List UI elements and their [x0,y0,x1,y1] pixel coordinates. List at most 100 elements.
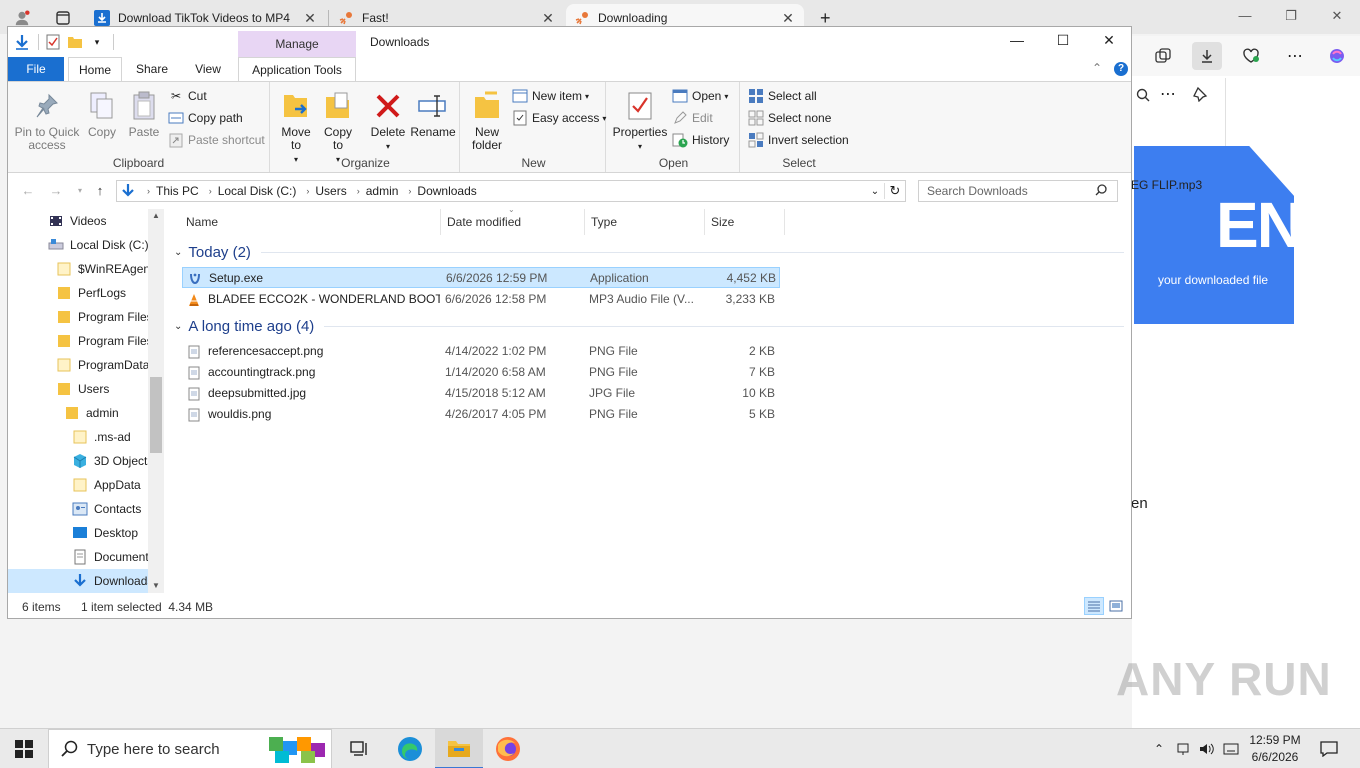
tab-share[interactable]: Share [126,57,178,81]
select-none-button[interactable]: Select none [748,108,831,128]
nav-item-local-disk[interactable]: Local Disk (C:) [8,233,164,257]
nav-item-documents[interactable]: Documents [8,545,164,569]
recent-locations-dropdown[interactable]: ▾ [70,181,90,201]
taskbar-clock[interactable]: 12:59 PM 6/6/2026 [1240,732,1310,766]
address-bar[interactable]: › This PC › Local Disk (C:) › Users › ad… [116,180,906,202]
new-item-button[interactable]: New item ▾ [512,86,589,106]
new-folder-qat-button[interactable] [65,32,85,52]
easy-access-button[interactable]: Easy access ▾ [512,108,606,128]
select-all-button[interactable]: Select all [748,86,817,106]
collections-button[interactable] [1148,42,1178,70]
taskbar-file-explorer-button[interactable] [435,729,483,768]
browser-minimize-button[interactable]: — [1234,8,1256,26]
nav-item-perflogs[interactable]: PerfLogs [8,281,164,305]
copilot-button[interactable] [1322,42,1352,70]
download-item-name[interactable]: EG FLIP.mp3 [1131,178,1202,192]
scrollbar-thumb[interactable] [150,377,162,453]
more-icon[interactable]: ⋯ [1160,84,1176,104]
file-row-setup-exe[interactable]: Setup.exe 6/6/2026 12:59 PM Application … [182,267,780,288]
navigation-pane-scrollbar[interactable]: ▲ ▼ [148,209,164,593]
cut-button[interactable]: ✂ Cut [168,86,207,106]
nav-item-downloads[interactable]: Downloads [8,569,164,593]
settings-more-button[interactable]: ⋯ [1280,42,1310,70]
browser-essentials-button[interactable] [1236,42,1266,70]
taskbar-edge-button[interactable] [386,729,434,768]
copy-button[interactable]: Copy [82,88,122,139]
large-icons-view-button[interactable] [1106,597,1126,615]
group-header-long-time-ago[interactable]: ⌄ A long time ago (4) [174,315,1124,337]
copy-to-button[interactable]: Copy to ▾ [318,88,358,166]
column-header-size[interactable]: Size [705,209,785,235]
breadcrumb-admin[interactable]: admin [366,184,399,198]
file-row-deepsubmitted[interactable]: deepsubmitted.jpg 4/15/2018 5:12 AM JPG … [182,383,780,404]
up-button[interactable]: ↑ [90,181,110,201]
file-row-accountingtrack[interactable]: accountingtrack.png 1/14/2020 6:58 AM PN… [182,362,780,383]
browser-close-button[interactable]: ✕ [1326,8,1348,26]
nav-item-winreagent[interactable]: $WinREAgent [8,257,164,281]
search-icon[interactable] [1136,88,1150,105]
tab-view[interactable]: View [182,57,234,81]
tab-application-tools[interactable]: Application Tools [238,57,356,82]
invert-selection-button[interactable]: Invert selection [748,130,849,150]
maximize-button[interactable]: ☐ [1048,32,1078,52]
taskbar-search-box[interactable]: Type here to search [48,729,332,768]
move-to-button[interactable]: Move to ▾ [276,88,316,166]
nav-item-programdata[interactable]: ProgramData [8,353,164,377]
start-button[interactable] [0,729,48,768]
downloads-button[interactable] [1192,42,1222,70]
file-row-bladee-mp3[interactable]: BLADEE ECCO2K - WONDERLAND BOOT... 6/6/2… [182,289,780,310]
delete-button[interactable]: Delete ▾ [368,88,408,153]
minimize-button[interactable]: — [1002,32,1032,52]
search-input[interactable] [927,184,1095,198]
file-row-wouldis[interactable]: wouldis.png 4/26/2017 4:05 PM PNG File 5… [182,404,780,425]
breadcrumb-this-pc[interactable]: This PC [156,184,199,198]
notification-center-button[interactable] [1316,729,1342,768]
nav-item-ms-ad[interactable]: .ms-ad [8,425,164,449]
close-button[interactable]: ✕ [1094,32,1124,52]
refresh-icon[interactable]: ↻ [885,183,905,199]
nav-item-appdata[interactable]: AppData [8,473,164,497]
input-method-tray-icon[interactable] [1220,729,1242,768]
new-folder-button[interactable]: New folder [466,88,508,152]
edit-button[interactable]: Edit [672,108,713,128]
scroll-down-arrow[interactable]: ▼ [148,579,164,593]
nav-item-videos[interactable]: Videos [8,209,164,233]
breadcrumb-local-disk[interactable]: Local Disk (C:) [218,184,297,198]
collapse-ribbon-icon[interactable]: ⌃ [1092,61,1102,75]
breadcrumb-downloads[interactable]: Downloads [417,184,476,198]
properties-qat-button[interactable] [43,32,63,52]
column-header-type[interactable]: Type [585,209,705,235]
chevron-down-icon[interactable]: ⌄ [866,186,884,197]
pin-to-quick-access-button[interactable]: Pin to Quick access [14,88,80,152]
paste-shortcut-button[interactable]: Paste shortcut [168,130,265,150]
nav-item-program-files[interactable]: Program Files [8,305,164,329]
show-hidden-icons-button[interactable]: ⌃ [1150,729,1168,768]
nav-item-contacts[interactable]: Contacts [8,497,164,521]
properties-button[interactable]: Properties ▾ [610,88,670,153]
breadcrumb-users[interactable]: Users [315,184,346,198]
network-tray-icon[interactable] [1172,729,1194,768]
pin-icon[interactable] [1192,86,1208,105]
rename-button[interactable]: Rename [410,88,456,139]
nav-item-program-files-x86[interactable]: Program Files (x86) [8,329,164,353]
close-icon[interactable]: ✕ [540,10,556,27]
column-header-name[interactable]: Name [180,209,441,235]
nav-item-admin[interactable]: admin [8,401,164,425]
paste-button[interactable]: Paste [124,88,164,139]
nav-item-users[interactable]: Users [8,377,164,401]
close-icon[interactable]: ✕ [780,10,796,27]
column-header-date-modified[interactable]: Date modified [441,209,585,235]
task-view-button[interactable] [336,729,384,768]
tab-home[interactable]: Home [68,57,122,82]
help-icon[interactable]: ? [1114,62,1128,76]
tab-file[interactable]: File [8,57,64,81]
forward-button[interactable]: → [46,181,66,201]
nav-item-3d-objects[interactable]: 3D Objects [8,449,164,473]
details-view-button[interactable] [1084,597,1104,615]
scroll-up-arrow[interactable]: ▲ [148,209,164,223]
open-button[interactable]: Open ▾ [672,86,728,106]
taskbar-firefox-button[interactable] [484,729,532,768]
back-button[interactable]: ← [18,181,38,201]
volume-tray-icon[interactable] [1196,729,1218,768]
close-icon[interactable]: ✕ [302,10,318,27]
